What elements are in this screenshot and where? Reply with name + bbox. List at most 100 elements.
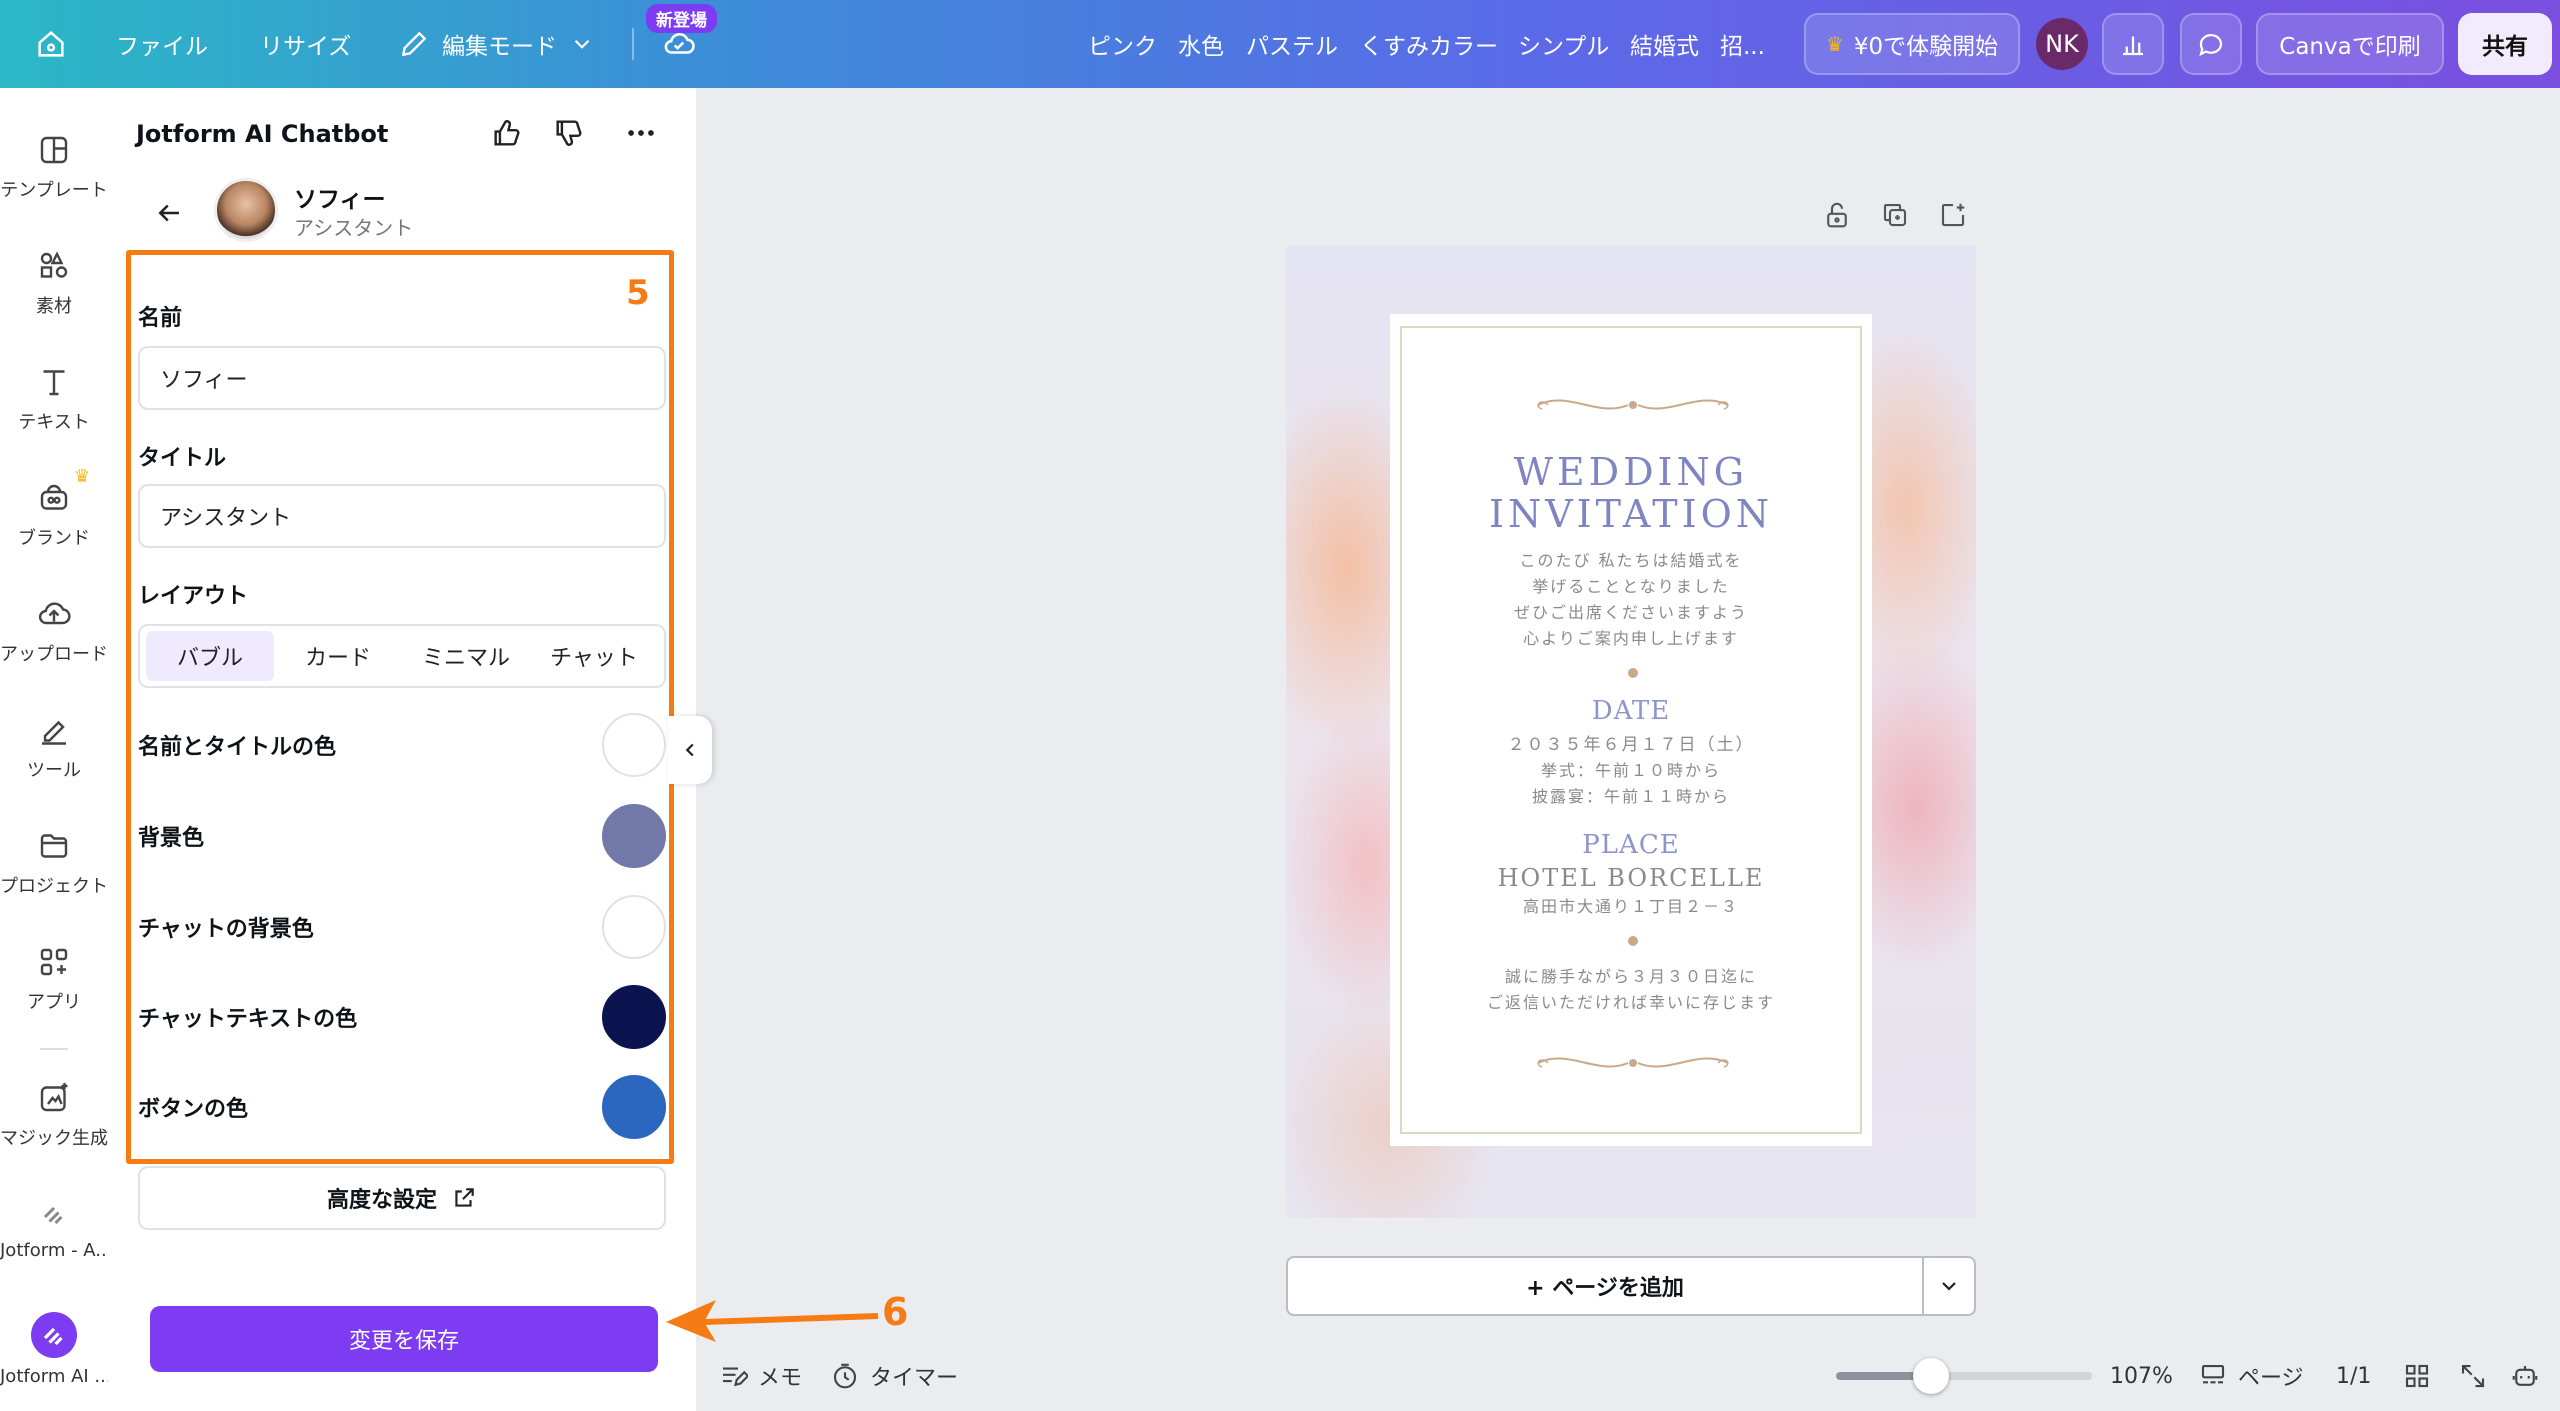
back-arrow-icon[interactable] xyxy=(154,198,184,232)
zoom-level[interactable]: 107% xyxy=(2110,1356,2173,1396)
page-count: 1/1 xyxy=(2336,1363,2372,1389)
chevron-down-icon xyxy=(574,39,590,49)
rsvp-line: ご返信いただければ幸いに存じます xyxy=(1486,993,1775,1012)
top-flourish-ornament xyxy=(1537,399,1729,410)
color-label: チャットの背景色 xyxy=(138,917,314,942)
rail-item-jotform-ai[interactable]: Jotform AI ... xyxy=(0,1312,112,1387)
name-input[interactable]: ソフィー xyxy=(138,346,666,410)
tag-pink[interactable]: ピンク xyxy=(1088,0,1157,88)
title-label: タイトル xyxy=(138,446,227,471)
edit-mode-menu[interactable]: 編集モード xyxy=(398,0,595,88)
zoom-slider[interactable] xyxy=(1836,1372,2092,1380)
new-badge: 新登場 xyxy=(646,4,717,33)
jotform-icon xyxy=(43,1206,63,1225)
layout-option-card[interactable]: カード xyxy=(274,631,402,681)
rail-label: アプリ xyxy=(27,992,81,1013)
share-button[interactable]: 共有 xyxy=(2458,13,2552,75)
thumbs-up-icon[interactable] xyxy=(490,116,524,154)
color-swatch-name-title[interactable] xyxy=(602,713,666,777)
layout-option-bubble[interactable]: バブル xyxy=(146,631,274,681)
print-button[interactable]: Canvaで印刷 xyxy=(2256,13,2444,75)
chevron-left-icon xyxy=(685,743,694,757)
tag-light-blue[interactable]: 水色 xyxy=(1178,0,1224,88)
text-icon xyxy=(43,370,65,396)
panel-title: Jotform AI Chatbot xyxy=(136,120,389,148)
invitation-card: WEDDING INVITATION このたび 私たちは結婚式を 挙げることとな… xyxy=(1390,314,1872,1146)
rail-item-uploads[interactable]: アップロード xyxy=(0,596,108,666)
rail-item-elements[interactable]: 素材 xyxy=(0,248,108,318)
more-options-icon[interactable] xyxy=(624,116,658,154)
notes-button[interactable]: メモ xyxy=(718,1356,802,1396)
tools-icon xyxy=(42,720,66,745)
duplicate-page-icon[interactable] xyxy=(1880,200,1910,234)
zoom-slider-handle[interactable] xyxy=(1912,1358,1949,1394)
rail-label: アップロード xyxy=(0,644,108,665)
grid-view-icon[interactable] xyxy=(2402,1356,2432,1396)
rail-label: テンプレート xyxy=(0,180,108,201)
tag-simple[interactable]: シンプル xyxy=(1518,0,1609,88)
free-trial-button[interactable]: ♛ ¥0で体験開始 xyxy=(1804,13,2020,75)
layout-label: レイアウト xyxy=(138,584,249,609)
add-page-icon[interactable] xyxy=(1938,200,1968,234)
free-trial-label: ¥0で体験開始 xyxy=(1853,34,1999,60)
color-label: 名前とタイトルの色 xyxy=(138,735,337,760)
timer-button[interactable]: タイマー xyxy=(830,1356,958,1396)
color-label: ボタンの色 xyxy=(138,1097,249,1122)
resize-menu[interactable]: リサイズ xyxy=(260,0,351,88)
title-input[interactable]: アシスタント xyxy=(138,484,666,548)
rail-item-magic[interactable]: マジック生成 xyxy=(0,1080,108,1150)
collapse-panel-handle[interactable] xyxy=(668,716,712,784)
color-swatch-chat-background[interactable] xyxy=(602,895,666,959)
thumbs-down-icon[interactable] xyxy=(552,116,586,154)
color-swatch-button[interactable] xyxy=(602,1075,666,1139)
rail-item-text[interactable]: テキスト xyxy=(0,364,108,434)
assistant-icon[interactable] xyxy=(2510,1356,2540,1396)
rail-label: Jotform AI ... xyxy=(0,1366,112,1387)
add-page-button[interactable]: + ページを追加 xyxy=(1286,1256,1924,1316)
layout-option-minimal[interactable]: ミニマル xyxy=(402,631,530,681)
layout-option-chat[interactable]: チャット xyxy=(530,631,658,681)
rail-item-jotform[interactable]: Jotform - A... xyxy=(0,1196,112,1261)
lock-icon[interactable] xyxy=(1822,200,1852,234)
template-icon xyxy=(40,136,68,164)
folder-icon xyxy=(40,834,68,858)
invitation-title-line2: INVITATION xyxy=(1488,492,1774,536)
tag-muted-color[interactable]: くすみカラー xyxy=(1360,0,1498,88)
rail-item-brand[interactable]: ブランド ♛ xyxy=(0,466,108,550)
save-changes-button[interactable]: 変更を保存 xyxy=(150,1306,658,1372)
tag-invitation[interactable]: 招... xyxy=(1720,0,1765,88)
color-swatch-background[interactable] xyxy=(602,804,666,868)
upload-icon xyxy=(38,602,71,625)
comment-icon xyxy=(2199,34,2223,57)
rail-label: プロジェクト xyxy=(0,876,108,897)
advanced-settings-label: 高度な設定 xyxy=(326,1188,437,1213)
fullscreen-icon[interactable] xyxy=(2458,1356,2488,1396)
chevron-down-icon xyxy=(1942,1282,1956,1291)
insights-button[interactable] xyxy=(2102,13,2164,75)
comments-button[interactable] xyxy=(2180,13,2242,75)
brand-icon xyxy=(40,484,68,510)
tag-wedding[interactable]: 結婚式 xyxy=(1630,0,1699,88)
apps-icon xyxy=(40,948,68,976)
rail-item-projects[interactable]: プロジェクト xyxy=(0,828,108,898)
rail-item-templates[interactable]: テンプレート xyxy=(0,132,108,202)
color-swatch-chat-text[interactable] xyxy=(602,985,666,1049)
user-avatar[interactable]: NK xyxy=(2036,18,2088,70)
rail-item-apps[interactable]: アプリ xyxy=(0,944,108,1014)
divider xyxy=(632,28,634,60)
pages-label: ページ xyxy=(2238,1366,2304,1391)
home-icon[interactable] xyxy=(34,0,68,88)
date-line: 挙式：午前１０時から xyxy=(1540,761,1721,780)
pages-icon xyxy=(2201,1364,2225,1384)
design-page[interactable]: WEDDING INVITATION このたび 私たちは結婚式を 挙げることとな… xyxy=(1286,246,1976,1218)
intro-line: 挙げることとなりました xyxy=(1532,577,1730,596)
rail-label: ツール xyxy=(27,760,81,781)
pages-button[interactable]: ページ xyxy=(2198,1356,2304,1396)
rail-divider xyxy=(40,1048,68,1050)
file-menu[interactable]: ファイル xyxy=(116,0,208,88)
magic-icon xyxy=(40,1083,68,1112)
add-page-options[interactable] xyxy=(1922,1256,1976,1316)
rail-item-tools[interactable]: ツール xyxy=(0,712,108,782)
advanced-settings-button[interactable]: 高度な設定 xyxy=(138,1166,666,1230)
tag-pastel[interactable]: パステル xyxy=(1246,0,1338,88)
